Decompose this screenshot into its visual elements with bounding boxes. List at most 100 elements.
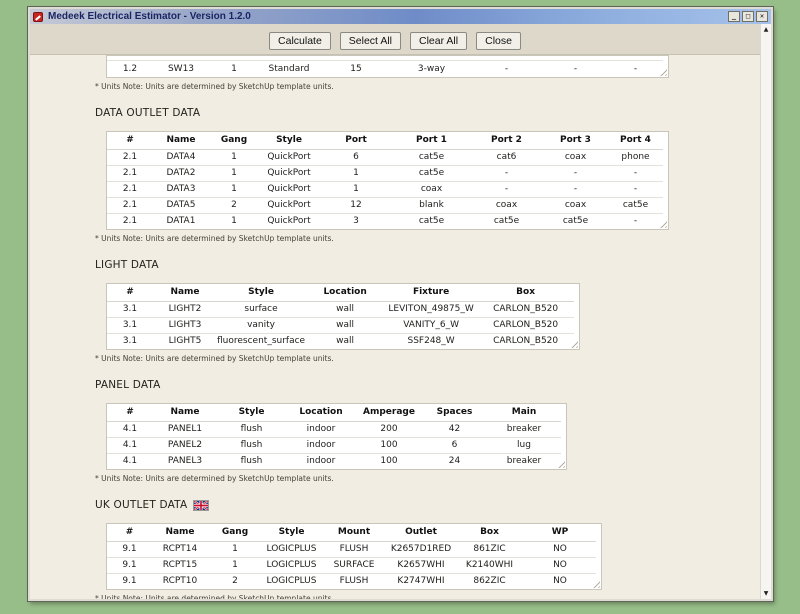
table-cell: 4.1 <box>107 437 153 454</box>
calculate-button[interactable]: Calculate <box>269 32 331 50</box>
table-cell: FLUSH <box>339 576 369 587</box>
table-cell: vanity <box>217 317 306 334</box>
table-box: # Name Style Location Amperage Spaces Main 4.1 P… <box>106 403 567 470</box>
table-header-row: # Name Gang Style Port Port 1 Port 2 Port 3 Port… <box>107 132 663 150</box>
table-cell: QuickPort <box>259 197 319 214</box>
table-cell: - <box>470 181 543 198</box>
table-cell: 3.1 <box>107 301 153 318</box>
column-header: Style <box>259 132 319 150</box>
table-cell: 3.1 <box>122 336 138 347</box>
table-cell: 9.1 <box>107 541 152 558</box>
table-cell: 9.1 <box>107 557 152 574</box>
column-header: Port <box>319 132 393 150</box>
titlebar[interactable]: Medeek Electrical Estimator - Version 1.… <box>30 9 771 24</box>
table-row: 2.1 DATA3 1 QuickPort 1 coax - - - <box>107 181 663 198</box>
close-window-button[interactable]: ✕ <box>756 11 768 22</box>
column-header: Gang <box>209 132 259 150</box>
column-header: Box <box>477 284 575 302</box>
table-row: 9.1 RCPT14 1 LOGICPLUS FLUSH K2657D1RED 861ZIC… <box>107 541 596 558</box>
table-cell: 4.1 <box>107 421 153 438</box>
column-header: Style <box>262 524 321 542</box>
table-cell: K2747WHI <box>397 576 445 587</box>
table-cell: 15 <box>350 64 362 74</box>
table-cell: LIGHT2 <box>153 301 217 318</box>
table-cell: indoor <box>286 437 356 454</box>
section-title: DATA OUTLET DATA <box>95 107 201 119</box>
column-header: Location <box>305 284 386 302</box>
table-box: # Name Gang Style Port Port 1 Port 2 Port 3 Port… <box>106 131 669 230</box>
section-light-data: LIGHT DATA # Name Style Location Fixture Box 3… <box>95 259 760 363</box>
table-cell: - <box>543 181 608 198</box>
table-header-row: # Name Style Location Fixture Box <box>107 284 575 302</box>
window-title: Medeek Electrical Estimator - Version 1.… <box>48 11 251 22</box>
table-cell: 861ZIC <box>455 541 524 558</box>
table-cell: 3 <box>353 216 359 227</box>
table-cell: phone <box>608 149 663 166</box>
scroll-up-arrow[interactable]: ▲ <box>761 24 771 35</box>
column-header: Name <box>153 404 217 422</box>
table-cell: cat5e <box>493 216 520 227</box>
table-cell: 6 <box>319 149 393 166</box>
table-cell: SSF248_W <box>407 336 455 347</box>
table-cell: LEVITON_49875_W <box>385 301 478 318</box>
maximize-button[interactable]: □ <box>742 11 754 22</box>
table-row: 9.1 RCPT10 2 LOGICPLUS FLUSH K2747WHI 862ZIC NO <box>107 573 596 589</box>
section-heading: PANEL DATA <box>95 379 760 391</box>
table-row: 9.1 RCPT15 1 LOGICPLUS SURFACE K2657WHI K2140W… <box>107 557 596 574</box>
column-header: Port 2 <box>470 132 543 150</box>
table-cell: CARLON_B520 <box>477 317 575 334</box>
content-scroll-area[interactable]: 1.2 SW13 1 Standard 15 3-way - - - * Units Note:… <box>30 55 760 599</box>
table-cell: NO <box>553 576 567 587</box>
uk-flag-icon <box>193 499 210 511</box>
units-note: * Units Note: Units are determined by Sk… <box>95 354 334 363</box>
table-cell: 1 <box>208 541 262 558</box>
table-cell: DATA4 <box>153 149 209 166</box>
scroll-down-arrow[interactable]: ▼ <box>761 588 771 599</box>
table-cell: DATA2 <box>153 165 209 182</box>
table-cell: coax <box>470 197 543 214</box>
section-heading: LIGHT DATA <box>95 259 760 271</box>
table-cell: DATA1 <box>166 216 196 227</box>
clear-all-button[interactable]: Clear All <box>410 32 468 50</box>
select-all-button[interactable]: Select All <box>339 32 401 50</box>
table-cell: 1 <box>319 165 393 182</box>
table-cell: SURFACE <box>321 557 387 574</box>
column-header: Name <box>153 132 209 150</box>
table-cell: coax <box>543 197 608 214</box>
column-header: Location <box>286 404 356 422</box>
units-note: * Units Note: Units are determined by Sk… <box>95 594 334 599</box>
table-cell: cat6 <box>470 149 543 166</box>
toolbar: Calculate Select All Clear All Close <box>30 24 760 55</box>
table-cell: flush <box>240 456 263 467</box>
minimize-button[interactable]: _ <box>728 11 740 22</box>
vertical-scrollbar[interactable]: ▲ ▼ <box>760 24 771 599</box>
table-cell: LOGICPLUS <box>262 557 321 574</box>
units-note: * Units Note: Units are determined by Sk… <box>95 82 334 91</box>
table-cell: SW13 <box>167 64 195 74</box>
section-data-outlet: DATA OUTLET DATA # Name Gang Style Port Port … <box>95 107 760 243</box>
table-cell: QuickPort <box>267 216 311 227</box>
table-cell: coax <box>543 149 608 166</box>
table-cell: Standard <box>268 64 310 74</box>
table-row: 2.1 DATA4 1 QuickPort 6 cat5e cat6 coax phone <box>107 149 663 166</box>
column-header: Port 1 <box>393 132 470 150</box>
table-cell: 1 <box>209 149 259 166</box>
column-header: Outlet <box>387 524 455 542</box>
table-cell: breaker <box>487 421 561 438</box>
column-header: Box <box>455 524 524 542</box>
table-cell: 2.1 <box>107 165 153 182</box>
column-header: Gang <box>208 524 262 542</box>
switch-data-table: 1.2 SW13 1 Standard 15 3-way - - - <box>107 61 663 77</box>
table-cell: PANEL3 <box>167 456 203 467</box>
table-row: 2.1 DATA5 2 QuickPort 12 blank coax coax cat5e <box>107 197 663 214</box>
table-header-row: # Name Gang Style Mount Outlet Box WP <box>107 524 596 542</box>
column-header: # <box>107 132 153 150</box>
section-title: LIGHT DATA <box>95 259 159 271</box>
close-button[interactable]: Close <box>476 32 521 50</box>
table-cell: surface <box>217 301 306 318</box>
column-header: # <box>107 524 152 542</box>
table-cell: QuickPort <box>259 165 319 182</box>
column-header: Spaces <box>422 404 487 422</box>
table-cell: - <box>504 64 509 74</box>
table-cell: indoor <box>306 456 336 467</box>
